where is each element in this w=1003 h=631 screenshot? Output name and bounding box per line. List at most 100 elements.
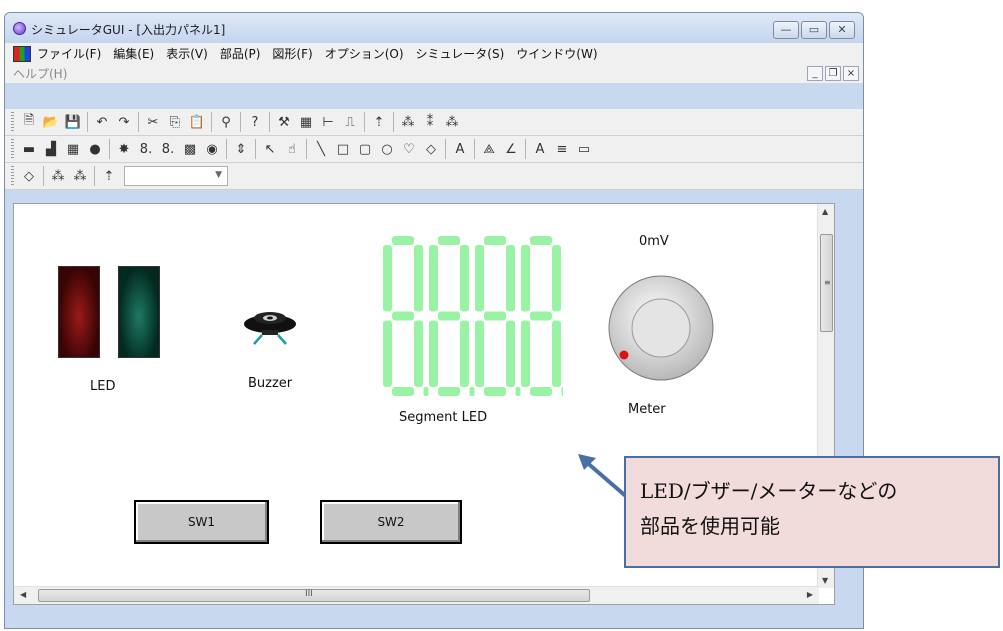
- build-icon[interactable]: ⚒: [273, 111, 295, 133]
- tb2-tool-14-icon[interactable]: ▢: [354, 138, 376, 160]
- menu-item-4[interactable]: 図形(F): [272, 45, 312, 62]
- probe-icon[interactable]: ⇡: [368, 111, 390, 133]
- toolbar-separator: [306, 139, 307, 159]
- scroll-down-icon[interactable]: ▼: [822, 576, 828, 585]
- tb2-tool-4-icon[interactable]: ✸: [113, 138, 135, 160]
- bar-icon[interactable]: ⊢: [317, 111, 339, 133]
- segment-2-c: [506, 320, 515, 387]
- tb3-tool-3-icon[interactable]: ⇡: [98, 165, 120, 187]
- mdi-restore-button[interactable]: ❐: [825, 66, 841, 81]
- tb2-tool-18-icon[interactable]: A: [449, 138, 471, 160]
- tree2-icon[interactable]: ⁑: [419, 111, 441, 133]
- mdi-child-icon[interactable]: [13, 46, 31, 62]
- segment-3-d: [530, 387, 552, 396]
- tb2-tool-0-icon[interactable]: ▬: [18, 138, 40, 160]
- tb2-tool-20-icon[interactable]: ∠: [500, 138, 522, 160]
- led-label: LED: [90, 379, 116, 394]
- tb2-tool-19-icon[interactable]: ⟁: [478, 138, 500, 160]
- menu-item-5[interactable]: オプション(O): [325, 45, 404, 62]
- menu-help[interactable]: ヘルプ(H): [13, 65, 67, 82]
- tb2-tool-8-icon[interactable]: ◉: [201, 138, 223, 160]
- toolbar-grip[interactable]: [11, 166, 14, 186]
- scroll-right-icon[interactable]: ▶: [807, 590, 813, 599]
- tree3-icon[interactable]: ⁂: [441, 111, 463, 133]
- tb2-tool-21-icon[interactable]: A: [529, 138, 551, 160]
- segment-3-a: [530, 236, 552, 245]
- menu-item-6[interactable]: シミュレータ(S): [416, 45, 505, 62]
- segment-1-dp: [469, 387, 475, 396]
- tb2-tool-12-icon[interactable]: ╲: [310, 138, 332, 160]
- find-icon[interactable]: ⚲: [215, 111, 237, 133]
- chevron-down-icon: ▼: [215, 170, 222, 180]
- grip-icon: ≡: [824, 278, 831, 287]
- tb2-tool-6-icon[interactable]: 8.: [157, 138, 179, 160]
- led-red[interactable]: [58, 266, 100, 358]
- tb2-tool-13-icon[interactable]: □: [332, 138, 354, 160]
- led-green[interactable]: [118, 266, 160, 358]
- tb3-tool-2-icon[interactable]: ⁂: [69, 165, 91, 187]
- undo-icon[interactable]: ↶: [91, 111, 113, 133]
- segment-0-e: [383, 320, 392, 387]
- open-icon[interactable]: 📂: [40, 111, 62, 133]
- wave-icon[interactable]: ⎍: [339, 111, 361, 133]
- toolbar-separator: [240, 112, 241, 132]
- scroll-up-icon[interactable]: ▲: [822, 207, 828, 216]
- toolbar-grip[interactable]: [11, 112, 14, 132]
- meter[interactable]: [599, 272, 724, 384]
- copy-icon[interactable]: ⎘: [164, 111, 186, 133]
- vertical-scroll-thumb[interactable]: ≡: [820, 234, 833, 332]
- tb2-tool-16-icon[interactable]: ♡: [398, 138, 420, 160]
- tree1-icon[interactable]: ⁂: [397, 111, 419, 133]
- tb2-tool-11-icon[interactable]: ☝: [281, 138, 303, 160]
- tb2-tool-23-icon[interactable]: ▭: [573, 138, 595, 160]
- mdi-minimize-button[interactable]: _: [807, 66, 823, 81]
- tb2-tool-17-icon[interactable]: ◇: [420, 138, 442, 160]
- tb3-tool-0-icon[interactable]: ◇: [18, 165, 40, 187]
- help-icon[interactable]: ?: [244, 111, 266, 133]
- segment-3-e: [521, 320, 530, 387]
- save-icon[interactable]: 💾: [62, 111, 84, 133]
- buzzer[interactable]: [240, 304, 300, 356]
- tb2-tool-22-icon[interactable]: ≡: [551, 138, 573, 160]
- horizontal-scrollbar[interactable]: ◀ III ▶: [14, 586, 819, 604]
- segment-led[interactable]: [377, 232, 567, 402]
- tb2-tool-2-icon[interactable]: ▦: [62, 138, 84, 160]
- cut-icon[interactable]: ✂: [142, 111, 164, 133]
- toolbar-combo[interactable]: ▼: [124, 166, 228, 186]
- sw1-button[interactable]: SW1: [134, 500, 269, 544]
- toolbar-separator: [211, 112, 212, 132]
- tb2-tool-9-icon[interactable]: ⇕: [230, 138, 252, 160]
- menu-item-0[interactable]: ファイル(F): [37, 45, 101, 62]
- toolbar-separator: [226, 139, 227, 159]
- toolbar-grip[interactable]: [11, 139, 14, 159]
- segment-3-dp: [561, 387, 567, 396]
- tb2-tool-15-icon[interactable]: ○: [376, 138, 398, 160]
- redo-icon[interactable]: ↷: [113, 111, 135, 133]
- mdi-close-button[interactable]: ×: [843, 66, 859, 81]
- menu-item-3[interactable]: 部品(P): [220, 45, 261, 62]
- paste-icon[interactable]: 📋: [186, 111, 208, 133]
- minimize-button[interactable]: —: [773, 21, 799, 39]
- segment-led-label: Segment LED: [399, 410, 488, 425]
- segment-1-b: [460, 245, 469, 312]
- toolbar-separator: [138, 112, 139, 132]
- menu-item-2[interactable]: 表示(V): [166, 45, 208, 62]
- sw2-button[interactable]: SW2: [320, 500, 462, 544]
- menu-item-1[interactable]: 編集(E): [113, 45, 154, 62]
- scroll-left-icon[interactable]: ◀: [20, 590, 26, 599]
- new-icon[interactable]: 🗎: [18, 111, 40, 133]
- menu-item-7[interactable]: ウインドウ(W): [516, 45, 597, 62]
- panel-icon[interactable]: ▦: [295, 111, 317, 133]
- horizontal-scroll-thumb[interactable]: III: [38, 589, 590, 602]
- tb2-tool-7-icon[interactable]: ▩: [179, 138, 201, 160]
- tb2-tool-3-icon[interactable]: ●: [84, 138, 106, 160]
- tb2-tool-5-icon[interactable]: 8.: [135, 138, 157, 160]
- tb2-tool-1-icon[interactable]: ▟: [40, 138, 62, 160]
- tb3-tool-1-icon[interactable]: ⁂: [47, 165, 69, 187]
- maximize-button[interactable]: ▭: [801, 21, 827, 39]
- segment-0-f: [383, 245, 392, 312]
- toolbar-separator: [87, 112, 88, 132]
- close-button[interactable]: ✕: [829, 21, 855, 39]
- tb2-tool-10-icon[interactable]: ↖: [259, 138, 281, 160]
- title-bar[interactable]: シミュレータGUI - [入出力パネル1] — ▭ ✕: [5, 13, 863, 43]
